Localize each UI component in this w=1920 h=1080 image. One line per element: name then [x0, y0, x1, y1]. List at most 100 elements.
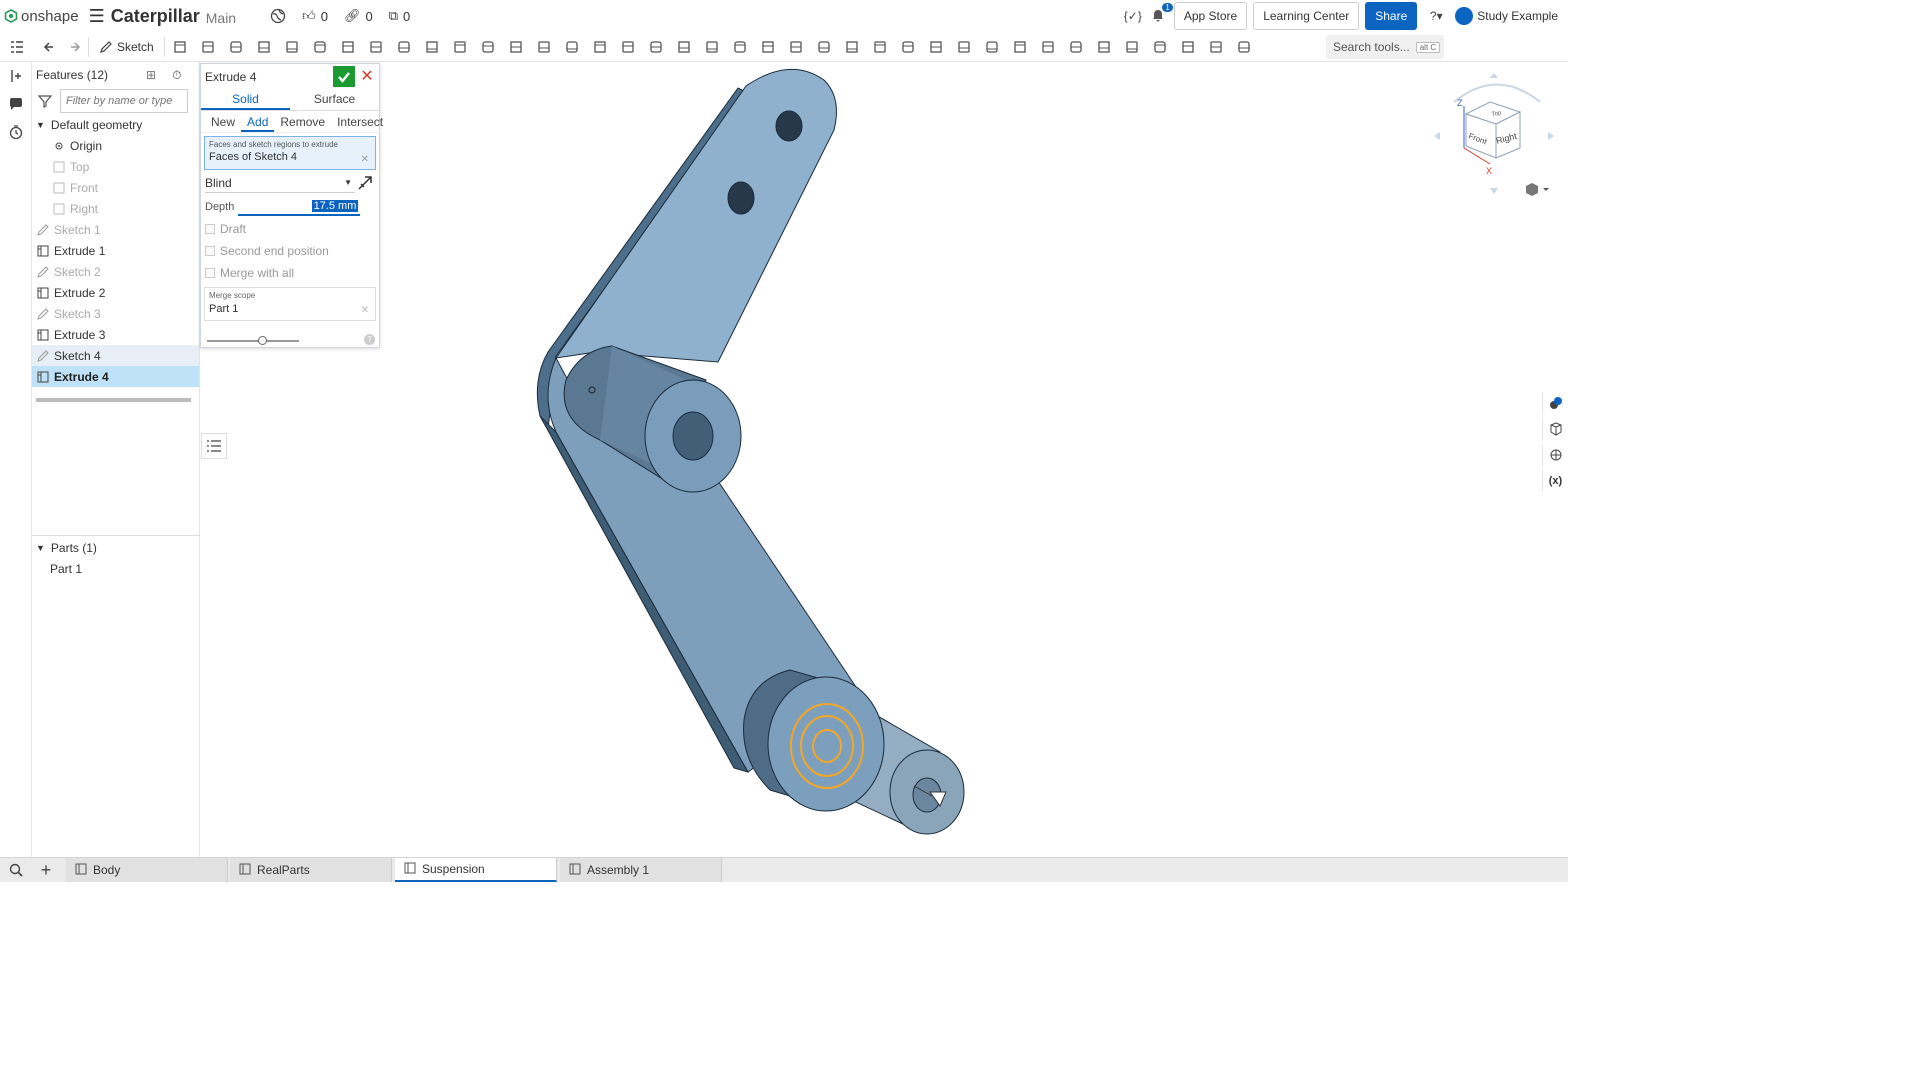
parts-cube-icon[interactable] — [1542, 418, 1568, 440]
feature-item-extrude-2[interactable]: Extrude 2 — [32, 282, 199, 303]
merge-scope-field[interactable]: Merge scope Part 1 ✕ — [204, 287, 376, 321]
comments-icon[interactable] — [0, 90, 32, 118]
like-button[interactable]: 👍︎ 0 — [302, 8, 328, 24]
corner-icon[interactable] — [1093, 36, 1115, 58]
linear-pattern-icon[interactable] — [477, 36, 499, 58]
help-icon[interactable]: ?▾ — [1423, 5, 1449, 27]
feature-item-extrude-3[interactable]: Extrude 3 — [32, 324, 199, 345]
view-cube-down-arrow[interactable] — [1490, 188, 1498, 194]
thicken-icon[interactable] — [281, 36, 303, 58]
revolve-icon[interactable] — [197, 36, 219, 58]
second-end-checkbox[interactable]: Second end position — [201, 240, 379, 262]
view-cube[interactable]: Top Front Right Z X — [1432, 72, 1562, 202]
feature-item-extrude-4[interactable]: Extrude 4 — [32, 366, 199, 387]
app-store-button[interactable]: App Store — [1173, 2, 1248, 30]
variables-panel-icon[interactable]: (x) — [1542, 470, 1568, 492]
rib-icon[interactable] — [393, 36, 415, 58]
add-feature-icon[interactable] — [0, 62, 32, 90]
draft-checkbox[interactable]: Draft — [201, 218, 379, 240]
unfold-icon[interactable] — [1149, 36, 1171, 58]
parts-folder[interactable]: ▼ Parts (1) — [36, 538, 97, 558]
history-icon[interactable] — [0, 118, 32, 146]
hole-icon[interactable] — [449, 36, 471, 58]
filter-icon[interactable] — [38, 94, 52, 108]
tab-suspension[interactable]: Suspension — [395, 858, 557, 882]
draft-icon[interactable] — [365, 36, 387, 58]
flange-icon[interactable] — [1009, 36, 1031, 58]
rollback-timer-icon[interactable]: ⏱ — [172, 68, 181, 83]
fill-icon[interactable] — [757, 36, 779, 58]
insert-icon[interactable] — [1233, 36, 1255, 58]
undo-icon[interactable] — [40, 36, 62, 58]
user-menu[interactable]: Study Example — [1455, 7, 1558, 25]
split-icon[interactable] — [561, 36, 583, 58]
rollback-bar[interactable] — [36, 398, 191, 402]
boolean-icon[interactable] — [533, 36, 555, 58]
measure-icon[interactable] — [897, 36, 919, 58]
share-button[interactable]: Share — [1365, 2, 1418, 30]
feature-item-sketch-2[interactable]: Sketch 2 — [32, 261, 199, 282]
op-remove[interactable]: Remove — [274, 111, 331, 132]
feature-item-extrude-1[interactable]: Extrude 1 — [32, 240, 199, 261]
final-preview-slider[interactable] — [207, 336, 299, 345]
default-geometry-folder[interactable]: ▼ Default geometry — [32, 114, 199, 135]
form-icon[interactable] — [1037, 36, 1059, 58]
clear-selection-icon[interactable]: ✕ — [361, 154, 369, 165]
feature-item-origin[interactable]: Origin — [32, 135, 199, 156]
end-type-select[interactable]: Blind ▼ — [205, 173, 355, 193]
delete-part-icon[interactable] — [617, 36, 639, 58]
sketch-button[interactable]: Sketch — [93, 40, 160, 54]
feature-list-icon[interactable] — [6, 36, 28, 58]
bend-relief-icon[interactable] — [1121, 36, 1143, 58]
links-button[interactable]: 🔗︎ 0 — [344, 8, 373, 24]
appearance-icon[interactable] — [1542, 392, 1568, 414]
part-model[interactable] — [536, 68, 965, 835]
custom-feature-icon[interactable] — [1205, 36, 1227, 58]
view-cube-left-arrow[interactable] — [1434, 132, 1440, 140]
branch-name[interactable]: Main — [206, 10, 236, 26]
tab-body[interactable]: Body — [66, 858, 228, 882]
slider-knob[interactable] — [258, 336, 268, 345]
tab-icon[interactable] — [1065, 36, 1087, 58]
view-options-icon[interactable] — [1526, 183, 1549, 196]
tab-search-icon[interactable] — [0, 856, 32, 884]
sweep-icon[interactable] — [225, 36, 247, 58]
merge-all-checkbox[interactable]: Merge with all — [201, 262, 379, 284]
op-intersect[interactable]: Intersect — [331, 111, 389, 132]
tab-solid[interactable]: Solid — [201, 89, 290, 110]
section-view-icon[interactable] — [869, 36, 891, 58]
fillet-icon[interactable] — [309, 36, 331, 58]
accept-button[interactable] — [333, 66, 355, 87]
faces-selection-field[interactable]: Faces and sketch regions to extrude Face… — [204, 136, 376, 170]
feature-item-right[interactable]: Right — [32, 198, 199, 219]
op-new[interactable]: New — [205, 111, 241, 132]
view-cube-up-arrow[interactable] — [1490, 73, 1498, 78]
plane-icon[interactable] — [813, 36, 835, 58]
redo-icon[interactable] — [62, 36, 84, 58]
feature-item-sketch-1[interactable]: Sketch 1 — [32, 219, 199, 240]
mirror-icon[interactable] — [505, 36, 527, 58]
document-title[interactable]: Caterpillar — [111, 6, 200, 27]
copies-button[interactable]: ⧉ 0 — [389, 8, 411, 24]
flip-direction-icon[interactable] — [357, 175, 373, 191]
view-cube-rotate-arrow[interactable] — [1453, 83, 1541, 103]
feature-item-front[interactable]: Front — [32, 177, 199, 198]
extrude-icon[interactable] — [169, 36, 191, 58]
help-icon[interactable]: ? — [364, 334, 375, 345]
replace-face-icon[interactable] — [701, 36, 723, 58]
tab-realparts[interactable]: RealParts — [230, 858, 392, 882]
graphics-viewport[interactable] — [200, 62, 1568, 857]
menu-icon[interactable]: ☰ — [89, 6, 105, 27]
chamfer-icon[interactable] — [337, 36, 359, 58]
configurations-icon[interactable] — [953, 36, 975, 58]
feature-item-top[interactable]: Top — [32, 156, 199, 177]
op-add[interactable]: Add — [241, 111, 275, 132]
feature-item-sketch-4[interactable]: Sketch 4 — [32, 345, 199, 366]
part-item[interactable]: Part 1 — [50, 559, 82, 579]
add-folder-icon[interactable]: ⊞ — [146, 68, 156, 82]
depth-input[interactable]: 17.5 mm — [238, 198, 361, 216]
offset-surface-icon[interactable] — [729, 36, 751, 58]
variable-icon[interactable] — [925, 36, 947, 58]
learning-center-button[interactable]: Learning Center — [1253, 2, 1360, 30]
search-tools-input[interactable]: Search tools... alt C — [1326, 35, 1444, 59]
